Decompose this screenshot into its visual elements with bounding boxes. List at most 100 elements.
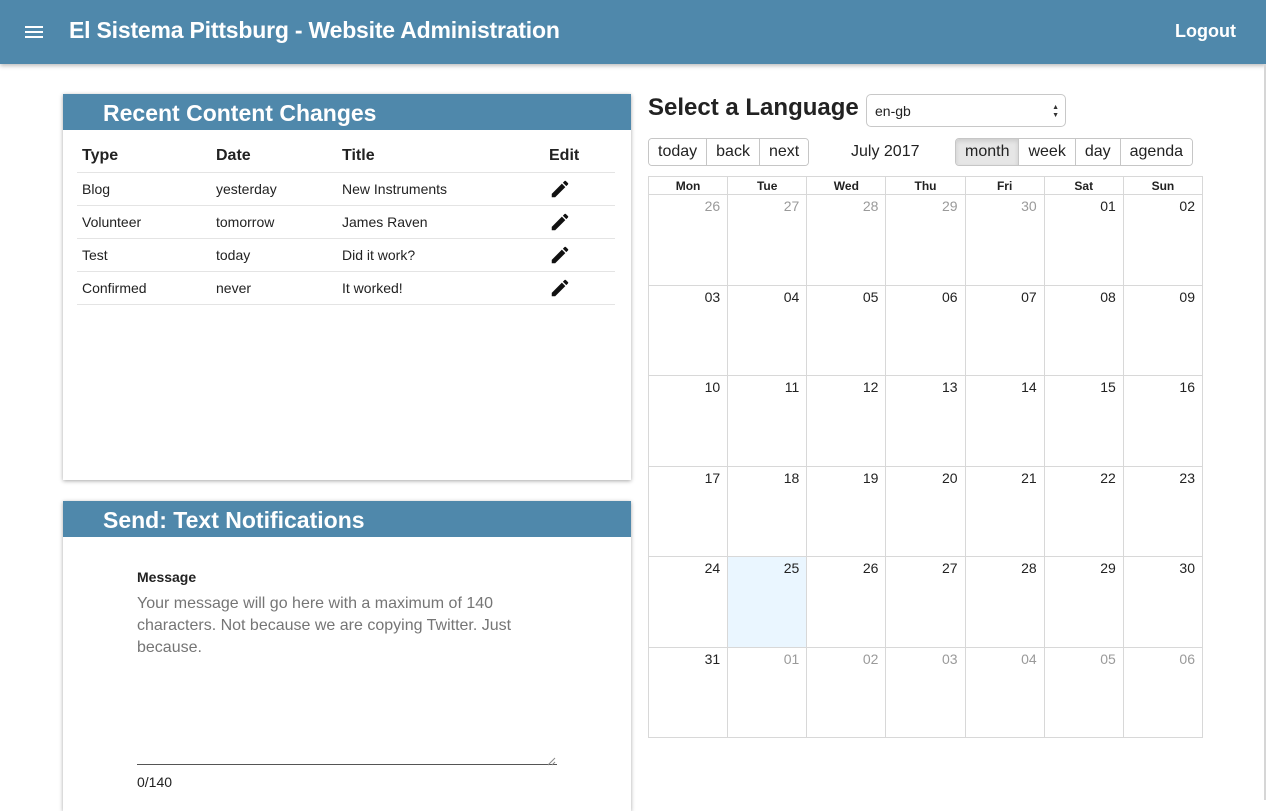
weekday-header: Mon Tue Wed Thu Fri Sat Sun	[649, 177, 1202, 195]
calendar-day-cell[interactable]: 06	[885, 285, 964, 375]
column-header-date: Date	[211, 140, 337, 173]
select-arrows-icon: ▲ ▼	[1052, 104, 1059, 119]
calendar-day-cell[interactable]: 11	[727, 376, 806, 466]
app-bar: El Sistema Pittsburg - Website Administr…	[0, 0, 1266, 64]
calendar-back-button[interactable]: back	[706, 139, 759, 165]
cell-edit	[544, 172, 615, 206]
calendar-day-cell[interactable]: 01	[1043, 195, 1123, 285]
calendar-day-cell[interactable]: 08	[1043, 285, 1123, 375]
pencil-icon[interactable]	[549, 277, 571, 299]
calendar-day-cell[interactable]: 26	[806, 557, 885, 647]
calendar-day-cell[interactable]: 18	[727, 466, 806, 556]
calendar-day-cell[interactable]: 30	[964, 195, 1044, 285]
language-select[interactable]: en-gb ▲ ▼	[866, 94, 1066, 127]
message-input[interactable]	[137, 593, 557, 765]
calendar-day-cell[interactable]: 07	[964, 285, 1044, 375]
calendar-day-cell[interactable]: 13	[885, 376, 964, 466]
calendar-day-cell[interactable]: 04	[964, 647, 1044, 738]
character-counter: 0/140	[137, 774, 173, 790]
cell-date: yesterday	[211, 172, 337, 206]
view-day-button[interactable]: day	[1074, 139, 1120, 165]
recent-changes-card: Recent Content Changes Type Date Title E…	[63, 94, 631, 480]
calendar-day-cell[interactable]: 27	[727, 195, 806, 285]
hamburger-menu-icon[interactable]	[22, 22, 48, 42]
calendar-day-cell[interactable]: 28	[806, 195, 885, 285]
calendar-day-cell[interactable]: 19	[806, 466, 885, 556]
message-label: Message	[137, 569, 197, 585]
calendar-day-cell[interactable]: 29	[1043, 557, 1123, 647]
weekday-label: Sat	[1043, 177, 1123, 194]
calendar-next-button[interactable]: next	[758, 139, 809, 165]
view-agenda-button[interactable]: agenda	[1119, 139, 1193, 165]
table-row: Test today Did it work?	[77, 238, 615, 272]
cell-title: James Raven	[337, 205, 544, 239]
weekday-label: Mon	[675, 179, 701, 193]
language-label: Select a Language	[648, 94, 859, 121]
cell-type: Test	[77, 238, 211, 272]
recent-changes-title: Recent Content Changes	[63, 94, 631, 130]
calendar-day-cell[interactable]: 16	[1122, 376, 1202, 466]
calendar-day-cell[interactable]: 03	[649, 286, 727, 376]
view-month-button[interactable]: month	[956, 139, 1019, 165]
pencil-icon[interactable]	[549, 244, 571, 266]
table-row: Volunteer tomorrow James Raven	[77, 205, 615, 239]
calendar-day-cell[interactable]: 27	[885, 557, 964, 647]
calendar-day-cell[interactable]: 20	[885, 466, 964, 556]
calendar-week-row: 10 11 12 13 14 15 16	[649, 376, 1202, 467]
calendar-day-cell[interactable]: 05	[1043, 647, 1123, 738]
calendar-today-button[interactable]: today	[649, 139, 707, 165]
weekday-label: Thu	[885, 177, 964, 194]
calendar-day-cell[interactable]: 29	[885, 195, 964, 285]
calendar-day-cell[interactable]: 02	[806, 647, 885, 738]
calendar-day-cell[interactable]: 10	[649, 376, 727, 466]
calendar-day-cell[interactable]: 31	[649, 648, 727, 739]
calendar-day-cell[interactable]: 12	[806, 376, 885, 466]
calendar-day-cell[interactable]: 01	[727, 647, 806, 738]
column-header-title: Title	[337, 140, 544, 173]
cell-edit	[544, 271, 615, 305]
table-row: Blog yesterday New Instruments	[77, 172, 615, 206]
language-select-value: en-gb	[875, 103, 911, 119]
view-week-button[interactable]: week	[1018, 139, 1075, 165]
cell-title: It worked!	[337, 271, 544, 305]
calendar-day-cell[interactable]: 02	[1122, 195, 1202, 285]
weekday-label: Wed	[806, 177, 885, 194]
calendar-day-cell[interactable]: 15	[1043, 376, 1123, 466]
weekday-label: Sun	[1122, 177, 1202, 194]
pencil-icon[interactable]	[549, 178, 571, 200]
calendar-day-cell[interactable]: 26	[649, 195, 727, 285]
calendar-day-cell[interactable]: 09	[1122, 285, 1202, 375]
calendar-day-cell[interactable]: 22	[1043, 466, 1123, 556]
calendar-week-row: 31 01 02 03 04 05 06	[649, 647, 1202, 739]
pencil-icon[interactable]	[549, 211, 571, 233]
calendar-day-cell[interactable]: 04	[727, 285, 806, 375]
calendar-month-label: July 2017	[851, 143, 920, 160]
calendar-day-cell[interactable]: 25	[727, 557, 807, 647]
cell-date: today	[211, 238, 337, 272]
calendar-week-row: 03 04 05 06 07 08 09	[649, 285, 1202, 376]
calendar-week-row: 17 18 19 20 21 22 23	[649, 466, 1202, 557]
calendar-view-group: month week day agenda	[955, 138, 1194, 166]
calendar-day-cell[interactable]: 24	[649, 557, 727, 647]
calendar-day-cell[interactable]: 30	[1122, 557, 1202, 647]
cell-date: never	[211, 271, 337, 305]
calendar-day-cell[interactable]: 06	[1122, 647, 1202, 738]
cell-edit	[544, 205, 615, 239]
calendar-day-cell[interactable]: 17	[649, 467, 727, 557]
resize-handle-icon[interactable]	[547, 757, 556, 766]
weekday-label: Tue	[727, 177, 806, 194]
calendar-day-cell[interactable]: 14	[964, 376, 1044, 466]
calendar-day-cell[interactable]: 03	[885, 647, 964, 738]
calendar-day-cell[interactable]: 05	[806, 285, 885, 375]
calendar-day-cell[interactable]: 28	[964, 557, 1044, 647]
text-notifications-title: Send: Text Notifications	[63, 501, 631, 537]
calendar-day-cell[interactable]: 23	[1122, 466, 1202, 556]
calendar-week-row: 26 27 28 29 30 01 02	[649, 195, 1202, 286]
logout-button[interactable]: Logout	[1175, 21, 1236, 42]
calendar-day-cell[interactable]: 21	[964, 466, 1044, 556]
text-notifications-card: Send: Text Notifications Message 0/140	[63, 501, 631, 811]
cell-type: Blog	[77, 172, 211, 206]
cell-title: New Instruments	[337, 172, 544, 206]
cell-type: Confirmed	[77, 271, 211, 305]
column-header-edit: Edit	[544, 140, 615, 173]
